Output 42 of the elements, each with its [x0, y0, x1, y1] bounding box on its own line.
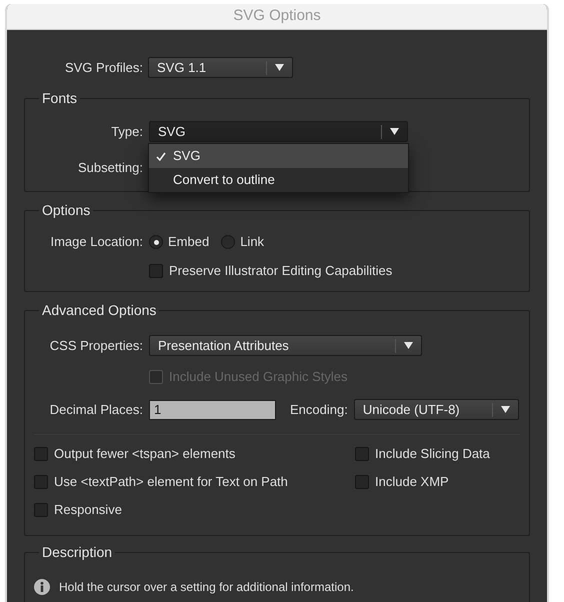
checkbox-label: Use <textPath> element for Text on Path: [54, 473, 288, 492]
checkbox[interactable]: [355, 447, 369, 461]
check-icon: [156, 152, 166, 160]
group-label: Advanced Options: [41, 301, 158, 320]
field-label: Decimal Places:: [50, 400, 143, 419]
field-label: Encoding:: [290, 402, 348, 417]
radio-button[interactable]: [149, 235, 163, 249]
checkbox[interactable]: [149, 264, 163, 278]
field-label: SVG Profiles:: [64, 58, 143, 77]
group-label: Description: [41, 543, 114, 562]
checkbox-label: Include Slicing Data: [375, 445, 490, 464]
checkbox[interactable]: [34, 447, 48, 461]
caret-icon: [390, 128, 399, 135]
checkbox-label: Include XMP: [375, 473, 449, 492]
field-label: CSS Properties:: [50, 336, 143, 355]
dropdown[interactable]: SVG 1.1: [148, 57, 293, 78]
menu-item[interactable]: Convert to outline: [149, 168, 408, 192]
dropdown[interactable]: Presentation Attributes: [149, 335, 422, 356]
field-label: Image Location:: [50, 233, 143, 252]
caret-icon: [275, 64, 284, 71]
caret-icon: [404, 342, 413, 349]
checkbox[interactable]: [34, 475, 48, 489]
group-label: Options: [41, 201, 92, 220]
checkbox-label: Preserve Illustrator Editing Capabilities: [169, 262, 392, 280]
caret-icon: [500, 406, 510, 413]
checkbox[interactable]: [355, 475, 369, 489]
checkbox-label: Output fewer <tspan> elements: [54, 445, 236, 464]
checkbox[interactable]: [34, 503, 48, 517]
info-icon: [34, 579, 50, 595]
dropdown[interactable]: Unicode (UTF-8): [354, 399, 519, 420]
radio-button[interactable]: [221, 235, 236, 249]
group-label: Fonts: [41, 89, 78, 108]
description-text: Hold the cursor over a setting for additional information.: [59, 579, 354, 596]
radio-label: Link: [240, 233, 264, 252]
window-title: SVG Options: [233, 6, 321, 26]
radio-label: Embed: [168, 233, 210, 252]
menu-item[interactable]: SVG: [149, 144, 408, 168]
field-label: Type:: [111, 122, 143, 141]
dropdown[interactable]: SVG: [149, 121, 408, 142]
checkbox-label: Responsive: [54, 501, 122, 520]
field-label: Subsetting:: [78, 159, 143, 178]
input-field[interactable]: 1: [149, 400, 276, 420]
